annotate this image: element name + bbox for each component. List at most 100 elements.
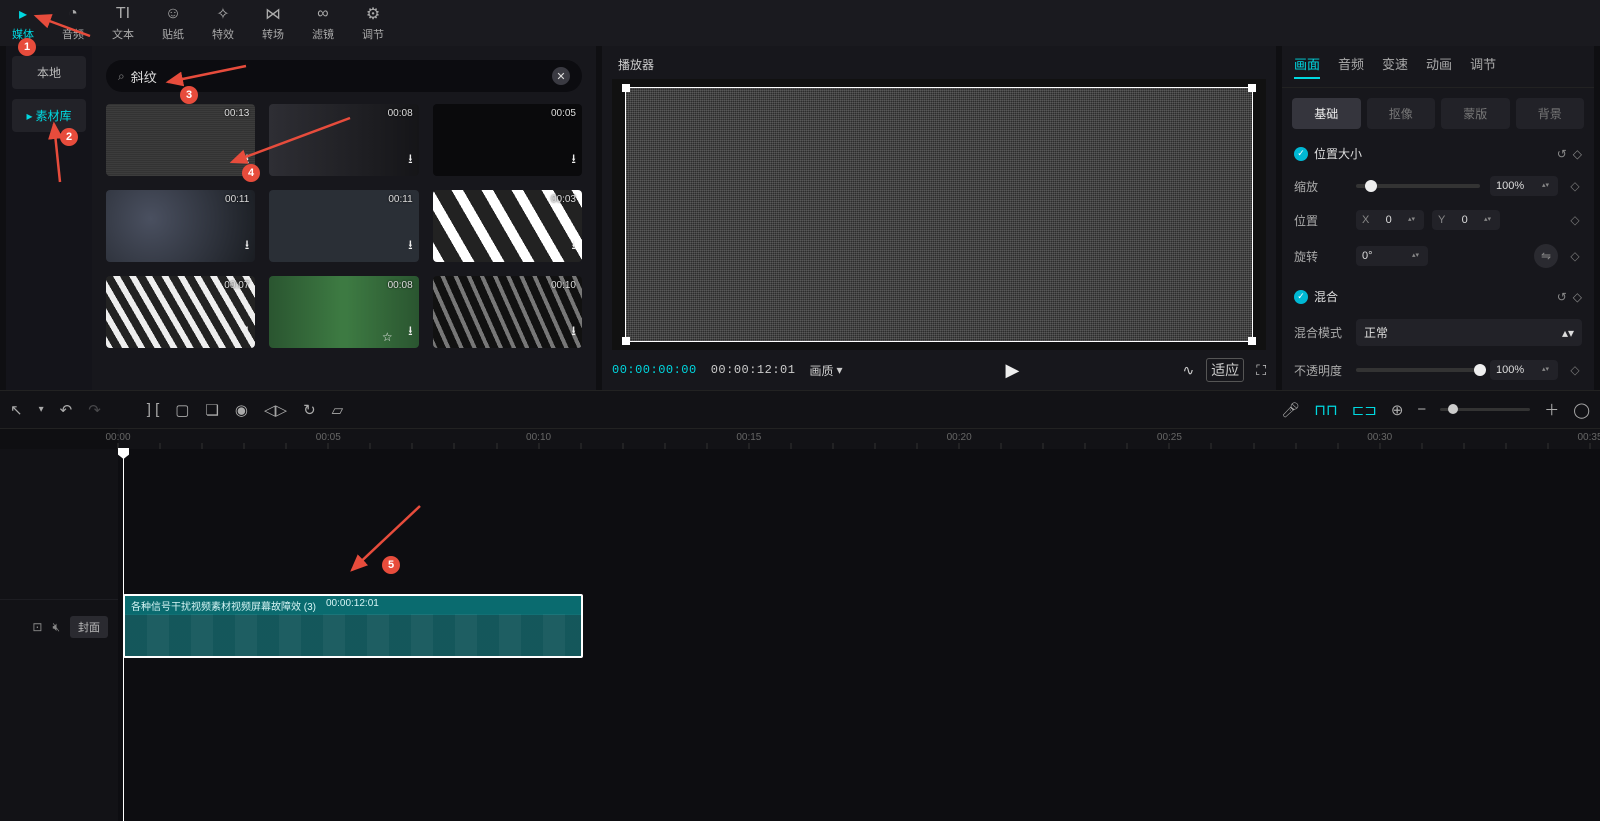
resize-handle-tl[interactable] bbox=[622, 84, 630, 92]
zoom-fit-icon[interactable]: ◯ bbox=[1573, 401, 1590, 419]
play-button[interactable]: ▶ bbox=[1006, 360, 1020, 381]
fullscreen-icon[interactable]: ⛶ bbox=[1256, 362, 1266, 379]
asset-item[interactable]: 00:08☆⭳ bbox=[269, 276, 418, 348]
asset-item[interactable]: 00:13⭳ bbox=[106, 104, 255, 176]
stepper-icon[interactable]: ▴▾ bbox=[1408, 217, 1418, 223]
cover-button[interactable]: 封面 bbox=[70, 616, 108, 638]
keyframe-icon[interactable]: ◇ bbox=[1568, 249, 1582, 263]
top-tab-特效[interactable]: ✧特效 bbox=[212, 4, 234, 42]
clear-search-button[interactable]: ✕ bbox=[552, 67, 570, 85]
zoom-out-icon[interactable]: − bbox=[1417, 401, 1426, 418]
resize-handle-bl[interactable] bbox=[622, 337, 630, 345]
rotate-icon[interactable]: ↻ bbox=[303, 401, 316, 419]
redo-icon[interactable]: ↷ bbox=[88, 401, 101, 419]
keyframe-icon[interactable]: ◇ bbox=[1568, 363, 1582, 377]
inspector-tab-变速[interactable]: 变速 bbox=[1382, 54, 1408, 79]
download-icon[interactable]: ⭳ bbox=[245, 236, 250, 258]
download-icon[interactable]: ⭳ bbox=[571, 236, 576, 258]
inspector-tab-动画[interactable]: 动画 bbox=[1426, 54, 1452, 79]
top-tab-贴纸[interactable]: ☺贴纸 bbox=[162, 4, 184, 42]
timeline-clip[interactable]: 各种信号干扰视频素材视频屏幕故障效 (3) 00:00:12:01 bbox=[123, 594, 583, 658]
mute-icon[interactable]: 🔇︎ bbox=[52, 620, 60, 635]
mic-icon[interactable]: 🎤︎ bbox=[1281, 401, 1300, 419]
sidebar-item-本地[interactable]: 本地 bbox=[12, 56, 86, 89]
check-icon[interactable]: ✓ bbox=[1294, 290, 1308, 304]
asset-item[interactable]: 00:11⭳ bbox=[106, 190, 255, 262]
asset-item[interactable]: 00:07⭳ bbox=[106, 276, 255, 348]
pos-x-box[interactable]: X0▴▾ bbox=[1356, 210, 1424, 230]
quality-dropdown[interactable]: 画质 ▾ bbox=[809, 362, 842, 379]
top-tab-媒体[interactable]: ▸媒体 bbox=[12, 4, 34, 42]
video-canvas[interactable] bbox=[612, 79, 1266, 350]
inspector-subtab-蒙版[interactable]: 蒙版 bbox=[1441, 98, 1510, 129]
reset-icon[interactable]: ↺ bbox=[1557, 147, 1567, 161]
align-icon[interactable]: ⊕ bbox=[1391, 401, 1404, 419]
star-icon[interactable]: ☆ bbox=[382, 330, 393, 344]
opacity-slider[interactable] bbox=[1356, 368, 1480, 372]
crop-icon[interactable]: ▱ bbox=[332, 401, 344, 419]
asset-item[interactable]: 00:05⭳ bbox=[433, 104, 582, 176]
download-icon[interactable]: ⭳ bbox=[408, 236, 413, 258]
zoom-in-icon[interactable]: ＋ bbox=[1544, 399, 1559, 420]
timeline-tracks[interactable]: 各种信号干扰视频素材视频屏幕故障效 (3) 00:00:12:01 bbox=[118, 449, 1600, 821]
inspector-tab-画面[interactable]: 画面 bbox=[1294, 54, 1320, 79]
stepper-icon[interactable]: ▴▾ bbox=[1484, 217, 1494, 223]
link-icon[interactable]: ⊏⊐ bbox=[1352, 401, 1377, 419]
check-icon[interactable]: ✓ bbox=[1294, 147, 1308, 161]
lock-icon[interactable]: ⊡ bbox=[32, 620, 42, 634]
search-input[interactable] bbox=[131, 69, 552, 84]
download-icon[interactable]: ⭳ bbox=[408, 322, 413, 344]
opacity-value-box[interactable]: 100%▴▾ bbox=[1490, 360, 1558, 380]
download-icon[interactable]: ⭳ bbox=[408, 150, 413, 172]
mirror-button[interactable]: ⇋ bbox=[1534, 244, 1558, 268]
top-tab-转场[interactable]: ⋈转场 bbox=[262, 4, 284, 42]
pointer-tool-icon[interactable]: ↖ bbox=[10, 401, 23, 419]
stepper-icon[interactable]: ▴▾ bbox=[1562, 326, 1574, 340]
download-icon[interactable]: ⭳ bbox=[571, 150, 576, 172]
asset-item[interactable]: 00:08⭳ bbox=[269, 104, 418, 176]
magnet-icon[interactable]: ⊓⊓ bbox=[1314, 401, 1337, 419]
resize-handle-tr[interactable] bbox=[1248, 84, 1256, 92]
rotation-box[interactable]: 0°▴▾ bbox=[1356, 246, 1428, 266]
asset-item[interactable]: 00:03⭳ bbox=[433, 190, 582, 262]
keyframe-icon[interactable]: ◇ bbox=[1573, 147, 1582, 161]
video-frame[interactable] bbox=[625, 87, 1253, 342]
mirror-icon[interactable]: ◁▷ bbox=[264, 401, 287, 419]
asset-item[interactable]: 00:11⭳ bbox=[269, 190, 418, 262]
duplicate-icon[interactable]: ❏ bbox=[205, 401, 218, 419]
search-bar[interactable]: ⌕ ✕ bbox=[106, 60, 582, 92]
stepper-icon[interactable]: ▴▾ bbox=[1412, 253, 1422, 259]
top-tab-调节[interactable]: ⚙调节 bbox=[362, 4, 384, 42]
download-icon[interactable]: ⭳ bbox=[245, 150, 250, 172]
sidebar-item-素材库[interactable]: ▸素材库 bbox=[12, 99, 86, 132]
inspector-tab-音频[interactable]: 音频 bbox=[1338, 54, 1364, 79]
undo-icon[interactable]: ↶ bbox=[60, 401, 73, 419]
chevron-down-icon[interactable]: ▾ bbox=[39, 404, 44, 415]
reset-icon[interactable]: ↺ bbox=[1557, 290, 1567, 304]
keyframe-icon[interactable]: ◇ bbox=[1568, 179, 1582, 193]
split-icon[interactable]: ] [ bbox=[147, 401, 160, 418]
download-icon[interactable]: ⭳ bbox=[245, 322, 250, 344]
keyframe-icon[interactable]: ◇ bbox=[1573, 290, 1582, 304]
zoom-slider[interactable] bbox=[1440, 408, 1530, 411]
scale-value-box[interactable]: 100%▴▾ bbox=[1490, 176, 1558, 196]
resize-handle-br[interactable] bbox=[1248, 337, 1256, 345]
top-tab-滤镜[interactable]: ∞滤镜 bbox=[312, 4, 334, 42]
inspector-subtab-基础[interactable]: 基础 bbox=[1292, 98, 1361, 129]
pos-y-box[interactable]: Y0▴▾ bbox=[1432, 210, 1500, 230]
keyframe-icon[interactable]: ◇ bbox=[1568, 213, 1582, 227]
asset-item[interactable]: 00:10⭳ bbox=[433, 276, 582, 348]
aspect-button[interactable]: 适应 bbox=[1206, 358, 1244, 382]
scale-slider[interactable] bbox=[1356, 184, 1480, 188]
blend-mode-select[interactable]: 正常▴▾ bbox=[1356, 319, 1582, 346]
inspector-subtab-背景[interactable]: 背景 bbox=[1516, 98, 1585, 129]
top-tab-文本[interactable]: TI文本 bbox=[112, 4, 134, 42]
waveform-icon[interactable]: ∿ bbox=[1182, 362, 1194, 379]
delete-icon[interactable]: ▢ bbox=[175, 401, 189, 419]
speed-icon[interactable]: ◉ bbox=[235, 401, 248, 419]
stepper-icon[interactable]: ▴▾ bbox=[1542, 367, 1552, 373]
download-icon[interactable]: ⭳ bbox=[571, 322, 576, 344]
stepper-icon[interactable]: ▴▾ bbox=[1542, 183, 1552, 189]
top-tab-音频[interactable]: ◔音频 bbox=[62, 4, 84, 42]
inspector-tab-调节[interactable]: 调节 bbox=[1470, 54, 1496, 79]
